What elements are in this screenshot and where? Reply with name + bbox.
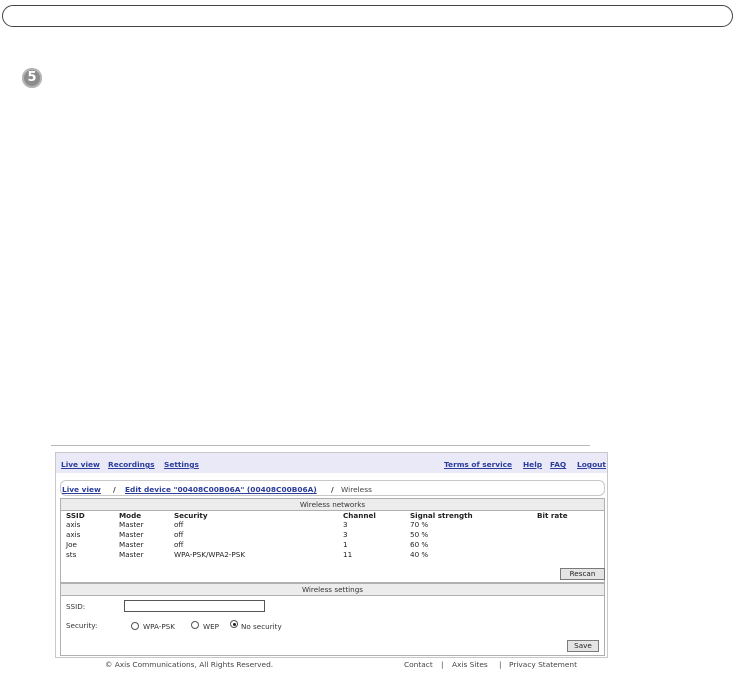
breadcrumb-current: Wireless xyxy=(341,485,372,494)
navbar: Live view Recordings Settings Terms of s… xyxy=(56,453,607,473)
breadcrumb: Live view / Edit device "00408C00B06A" (… xyxy=(60,480,605,496)
screenshot-area: Live view Recordings Settings Terms of s… xyxy=(51,445,608,674)
breadcrumb-separator: / xyxy=(113,485,116,494)
security-cell: off xyxy=(174,520,184,529)
security-cell: off xyxy=(174,540,184,549)
breadcrumb-separator: / xyxy=(331,485,334,494)
table-row[interactable]: axis Master off 3 50 % xyxy=(61,530,604,540)
mode-cell: Master xyxy=(119,550,144,559)
divider-line xyxy=(51,445,590,446)
channel-cell: 3 xyxy=(343,520,348,529)
ssid-label: SSID: xyxy=(66,602,86,611)
footer-copyright: © Axis Communications, All Rights Reserv… xyxy=(105,660,274,669)
mode-cell: Master xyxy=(119,520,144,529)
footer-axis-sites-link[interactable]: Axis Sites xyxy=(452,660,488,669)
rescan-button[interactable]: Rescan xyxy=(560,568,605,580)
signal-cell: 70 % xyxy=(410,520,429,529)
ssid-cell: axis xyxy=(66,520,81,529)
nav-settings-link[interactable]: Settings xyxy=(164,460,199,469)
footer-separator: | xyxy=(499,660,502,669)
nav-logout-link[interactable]: Logout xyxy=(577,460,606,469)
nav-recordings-link[interactable]: Recordings xyxy=(108,460,155,469)
ssid-cell: axis xyxy=(66,530,81,539)
top-rounded-bar xyxy=(2,5,733,27)
table-row[interactable]: sts Master WPA-PSK/WPA2-PSK 11 40 % xyxy=(61,550,604,560)
mode-cell: Master xyxy=(119,540,144,549)
save-button[interactable]: Save xyxy=(567,640,599,652)
wep-radio[interactable] xyxy=(191,621,199,629)
security-cell: off xyxy=(174,530,184,539)
footer: © Axis Communications, All Rights Reserv… xyxy=(51,658,590,670)
ssid-input[interactable] xyxy=(124,600,265,612)
wpa-psk-label: WPA-PSK xyxy=(143,622,175,631)
table-row[interactable]: axis Master off 3 70 % xyxy=(61,520,604,530)
footer-privacy-statement-link[interactable]: Privacy Statement xyxy=(509,660,577,669)
panel-title: Wireless settings xyxy=(61,584,604,596)
signal-cell: 40 % xyxy=(410,550,429,559)
breadcrumb-live-view-link[interactable]: Live view xyxy=(62,485,101,494)
security-cell: WPA-PSK/WPA2-PSK xyxy=(174,550,246,559)
nav-help-link[interactable]: Help xyxy=(523,460,542,469)
channel-cell: 1 xyxy=(343,540,348,549)
footer-contact-link[interactable]: Contact xyxy=(404,660,433,669)
mode-cell: Master xyxy=(119,530,144,539)
wep-label: WEP xyxy=(203,622,219,631)
nav-live-view-link[interactable]: Live view xyxy=(61,460,100,469)
signal-cell: 50 % xyxy=(410,530,429,539)
ssid-cell: Joe xyxy=(66,540,77,549)
step-number-badge: 5 xyxy=(22,68,42,88)
channel-cell: 3 xyxy=(343,530,348,539)
ssid-cell: sts xyxy=(66,550,77,559)
wpa-psk-radio[interactable] xyxy=(131,622,139,630)
panel-title: Wireless networks xyxy=(61,499,604,511)
nav-faq-link[interactable]: FAQ xyxy=(550,460,566,469)
table-row[interactable]: Joe Master off 1 60 % xyxy=(61,540,604,550)
no-security-radio[interactable] xyxy=(230,620,238,628)
nav-terms-of-service-link[interactable]: Terms of service xyxy=(444,460,512,469)
signal-cell: 60 % xyxy=(410,540,429,549)
no-security-label: No security xyxy=(241,622,282,631)
wireless-networks-panel: Wireless networks SSID Mode Security Cha… xyxy=(60,498,605,583)
security-label: Security: xyxy=(66,621,98,630)
footer-separator: | xyxy=(441,660,444,669)
wireless-settings-panel: Wireless settings SSID: Security: WPA-PS… xyxy=(60,583,605,656)
breadcrumb-edit-device-link[interactable]: Edit device "00408C00B06A" (00408C00B06A… xyxy=(125,485,317,494)
channel-cell: 11 xyxy=(343,550,353,559)
web-interface: Live view Recordings Settings Terms of s… xyxy=(55,452,608,658)
